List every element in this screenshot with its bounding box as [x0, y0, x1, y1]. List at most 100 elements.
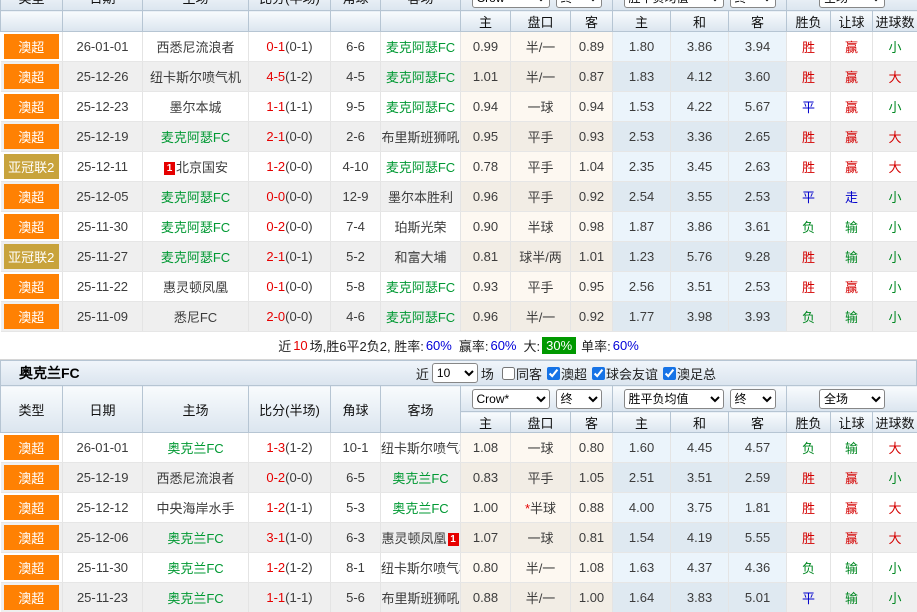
a-league-checkbox[interactable]: [547, 367, 560, 380]
league-cell: 亚冠联2: [1, 242, 63, 272]
avg-draw-odds-cell: 5.76: [671, 242, 729, 272]
avg-away-odds-cell: 5.55: [729, 523, 787, 553]
league-badge: 澳超: [4, 214, 60, 239]
crow-away-odds-cell: 0.92: [571, 182, 613, 212]
avg-odds-header: 胜平负均值 终: [613, 386, 787, 412]
league-badge: 澳超: [4, 525, 60, 550]
goals-result-cell: 小: [873, 583, 917, 612]
near-count-select[interactable]: 10: [432, 363, 478, 383]
crow-away-odds-cell: 0.88: [571, 493, 613, 523]
match-row: 澳超25-11-30奥克兰FC1-2(1-2)8-1纽卡斯尔喷气机0.80半/一…: [1, 553, 917, 583]
handicap-text: 半球: [530, 501, 556, 516]
league-badge: 亚冠联2: [4, 244, 60, 269]
match-row: 澳超25-12-12中央海岸水手1-2(1-1)5-3奥克兰FC1.00*半球0…: [1, 493, 917, 523]
team-name-text: 奥克兰FC: [167, 561, 223, 576]
halftime-score: (1-2): [285, 560, 312, 575]
result-cell: 胜: [787, 242, 831, 272]
avg-final-select[interactable]: 终: [730, 389, 776, 409]
goals-result-cell: 大: [873, 493, 917, 523]
crow-home-odds-cell: 0.95: [461, 122, 511, 152]
column-header-type: 类型: [1, 0, 63, 11]
goals-result-cell: 大: [873, 523, 917, 553]
away-team-name: 珀斯光荣: [394, 220, 446, 235]
team-name-text: 麦克阿瑟FC: [386, 100, 455, 115]
handicap-cell: 半/一: [511, 302, 571, 332]
handicap-result-cell: 赢: [831, 32, 873, 62]
summary-win-rate: 60%: [426, 338, 452, 353]
away-team-cell: 麦克阿瑟FC: [381, 302, 461, 332]
same-away-checkbox[interactable]: [502, 367, 515, 380]
score-cell: 0-1(0-1): [249, 32, 331, 62]
subheader-result: 胜负: [787, 11, 831, 32]
team-name-text: 麦克阿瑟FC: [161, 220, 230, 235]
crow-away-odds-cell: 0.98: [571, 212, 613, 242]
away-team-name: 布里斯班狮吼: [381, 130, 459, 145]
crow-final-select[interactable]: 终: [556, 0, 602, 8]
league-cell: 澳超: [1, 523, 63, 553]
away-team-name: 墨尔本胜利: [388, 190, 453, 205]
avg-draw-odds-cell: 3.51: [671, 272, 729, 302]
scope-select[interactable]: 全场: [819, 0, 885, 8]
league-cell: 澳超: [1, 553, 63, 583]
match-row: 澳超26-01-01西悉尼流浪者0-1(0-1)6-6麦克阿瑟FC0.99半/一…: [1, 32, 917, 62]
crow-company-select[interactable]: Crow*: [472, 0, 550, 8]
handicap-cell: *半球: [511, 493, 571, 523]
league-badge: 澳超: [4, 495, 60, 520]
crow-home-odds-cell: 0.80: [461, 553, 511, 583]
table2-header: 类型 日期 主场 比分(半场) 角球 客场 Crow* 终 胜平负均值 终 全场: [1, 386, 917, 433]
league-badge: 澳超: [4, 184, 60, 209]
away-team-cell: 麦克阿瑟FC: [381, 62, 461, 92]
corners-cell: 9-5: [331, 92, 381, 122]
crow-company-select[interactable]: Crow*: [472, 389, 550, 409]
result-cell: 胜: [787, 62, 831, 92]
column-header-type: 类型: [1, 386, 63, 433]
home-team-cell: 麦克阿瑟FC: [143, 182, 249, 212]
handicap-cell: 一球: [511, 433, 571, 463]
result-cell: 胜: [787, 272, 831, 302]
team-name-text: 布里斯班狮吼: [381, 591, 459, 606]
handicap-cell: 平手: [511, 152, 571, 182]
avg-odds-select[interactable]: 胜平负均值: [624, 0, 724, 8]
avg-away-odds-cell: 4.36: [729, 553, 787, 583]
fulltime-score: 2-1: [266, 129, 285, 144]
away-team-name: 和富大埔: [394, 250, 446, 265]
team-name-text: 奥克兰FC: [167, 591, 223, 606]
away-team-name: 奥克兰FC: [392, 501, 448, 516]
handicap-result-cell: 输: [831, 433, 873, 463]
handicap-cell: 一球: [511, 523, 571, 553]
avg-final-select[interactable]: 终: [730, 0, 776, 8]
handicap-result-cell: 走: [831, 182, 873, 212]
away-team-cell: 麦克阿瑟FC: [381, 32, 461, 62]
home-team-name: 中央海岸水手: [156, 501, 234, 516]
crow-final-select[interactable]: 终: [556, 389, 602, 409]
score-cell: 0-1(0-0): [249, 272, 331, 302]
league-badge: 澳超: [4, 555, 60, 580]
ffa-cup-checkbox[interactable]: [663, 367, 676, 380]
avg-draw-odds-cell: 4.45: [671, 433, 729, 463]
team-name-text: 麦克阿瑟FC: [386, 310, 455, 325]
away-team-cell: 纽卡斯尔喷气机1: [381, 433, 461, 463]
goals-result-cell: 大: [873, 62, 917, 92]
team-name-text: 纽卡斯尔喷气机: [381, 561, 461, 576]
avg-odds-select[interactable]: 胜平负均值: [624, 389, 724, 409]
team-name-text: 奥克兰FC: [392, 471, 448, 486]
scope-select[interactable]: 全场: [819, 389, 885, 409]
column-header-date: 日期: [63, 386, 143, 433]
league-cell: 澳超: [1, 62, 63, 92]
league-cell: 澳超: [1, 302, 63, 332]
halftime-score: (0-1): [285, 39, 312, 54]
date-cell: 25-12-12: [63, 493, 143, 523]
team-name-text: 麦克阿瑟FC: [161, 250, 230, 265]
result-cell: 平: [787, 92, 831, 122]
filter-controls: 近 10 场 同客 澳超 球会友谊 澳足总: [413, 363, 716, 383]
league-cell: 澳超: [1, 433, 63, 463]
league-cell: 澳超: [1, 122, 63, 152]
date-cell: 25-12-06: [63, 523, 143, 553]
goals-result-cell: 大: [873, 433, 917, 463]
result-cell: 胜: [787, 32, 831, 62]
goals-result-cell: 小: [873, 272, 917, 302]
corners-cell: 5-2: [331, 242, 381, 272]
result-cell: 负: [787, 433, 831, 463]
club-friendly-checkbox[interactable]: [592, 367, 605, 380]
match-row: 澳超25-11-23奥克兰FC1-1(1-1)5-6布里斯班狮吼0.88半/一1…: [1, 583, 917, 612]
